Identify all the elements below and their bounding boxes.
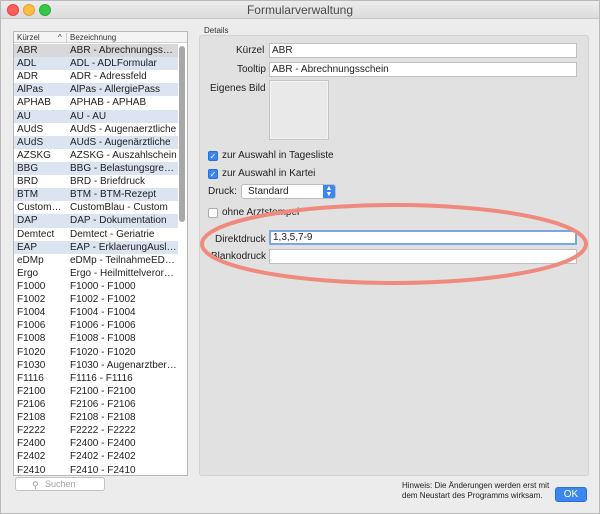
highlight-ellipse: [200, 203, 588, 285]
ok-button[interactable]: OK: [555, 487, 587, 502]
restart-hint: Hinweis: Die Änderungen werden erst mit …: [402, 481, 550, 500]
annotation-overlay: [200, 203, 588, 285]
window: Formularverwaltung Kürzel ^ Bezeichnung …: [0, 0, 600, 514]
